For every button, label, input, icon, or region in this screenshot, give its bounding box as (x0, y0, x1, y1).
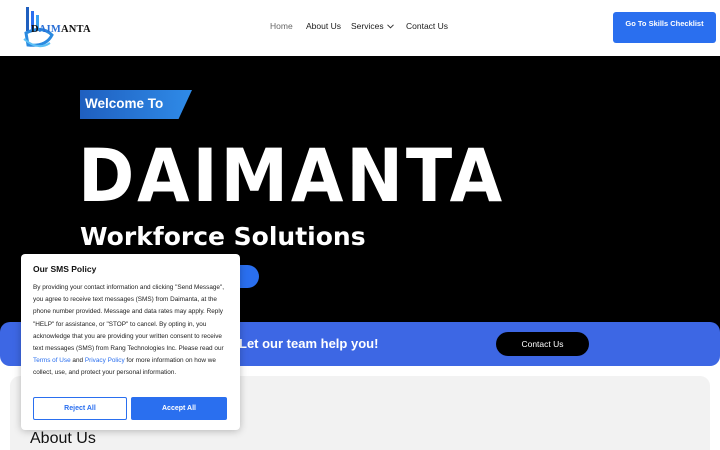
chevron-down-icon (386, 24, 394, 29)
nav-services-label: Services (351, 21, 384, 31)
accept-all-button[interactable]: Accept All (131, 397, 227, 420)
about-title: About Us (30, 430, 96, 447)
page: DAIMANTA Home About Us Services Contact … (0, 0, 720, 450)
skills-checklist-button[interactable]: Go To Skills Checklist (613, 12, 716, 43)
sms-policy-dialog: Our SMS Policy By providing your contact… (21, 254, 240, 430)
contact-us-button[interactable]: Contact Us (496, 332, 589, 356)
sms-policy-text: and (70, 357, 85, 365)
logo-text: DAIMANTA (31, 24, 91, 35)
hero-brand-title: DAIMANTA (78, 134, 505, 219)
welcome-text: Welcome To (85, 96, 164, 111)
privacy-policy-link[interactable]: Privacy Policy (85, 357, 125, 364)
nav-about-us[interactable]: About Us (306, 21, 341, 31)
reject-all-button[interactable]: Reject All (33, 397, 127, 420)
sms-policy-title: Our SMS Policy (33, 264, 97, 274)
sms-policy-text: By providing your contact information an… (33, 284, 225, 353)
terms-of-use-link[interactable]: Terms of Use (33, 357, 71, 364)
help-band-text: Let our team help you! (239, 336, 379, 351)
hero-subtitle: Workforce Solutions (80, 222, 366, 251)
nav-services[interactable]: Services (351, 21, 394, 31)
logo[interactable]: DAIMANTA (22, 5, 91, 49)
welcome-banner: Welcome To (80, 90, 192, 119)
site-header: DAIMANTA Home About Us Services Contact … (0, 0, 720, 56)
nav-home[interactable]: Home (270, 21, 293, 31)
sms-policy-body: By providing your contact information an… (33, 282, 233, 380)
nav-contact-us[interactable]: Contact Us (406, 21, 448, 31)
